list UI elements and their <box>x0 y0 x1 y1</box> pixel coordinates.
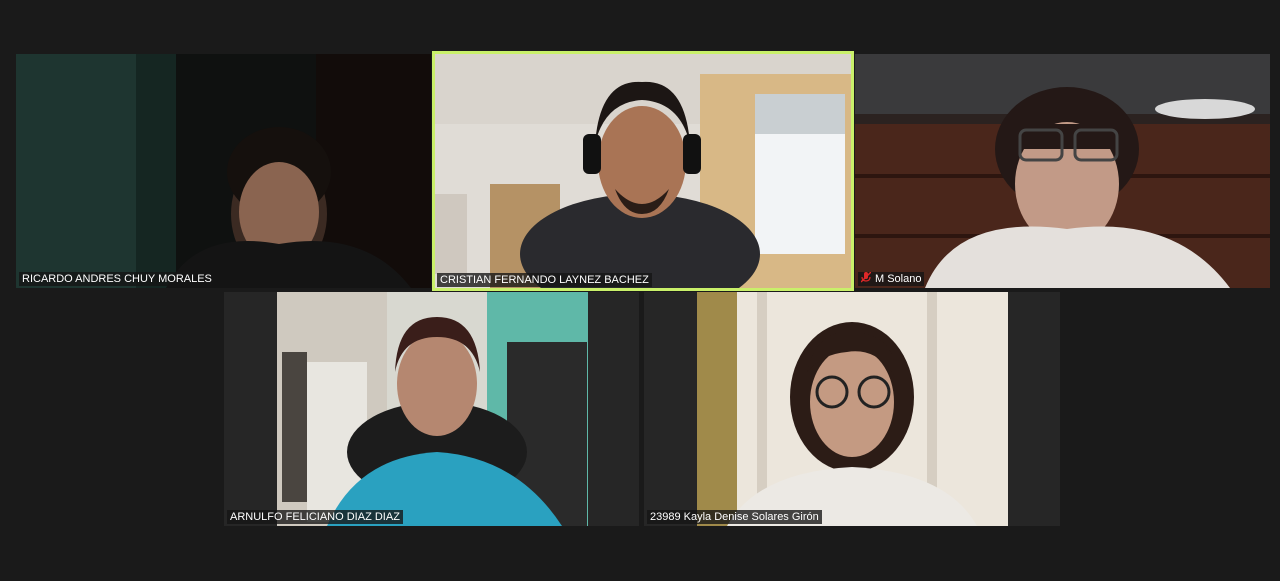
participant-name-label: CRISTIAN FERNANDO LAYNEZ BACHEZ <box>437 273 652 287</box>
participant-video <box>855 54 1270 288</box>
participant-tile-m-solano[interactable]: M Solano <box>855 54 1270 288</box>
participant-video <box>697 292 1008 526</box>
participant-name-label: ARNULFO FELICIANO DIAZ DIAZ <box>227 510 403 524</box>
participant-name-label: M Solano <box>858 272 925 286</box>
participant-video <box>435 54 851 288</box>
participant-name-label: RICARDO ANDRES CHUY MORALES <box>19 272 215 286</box>
mic-muted-icon <box>861 272 871 283</box>
participant-tile-kayla[interactable]: 23989 Kayla Denise Solares Girón <box>644 292 1060 526</box>
participant-video <box>16 54 431 288</box>
participant-name-label: 23989 Kayla Denise Solares Girón <box>647 510 822 524</box>
participant-name-text: M Solano <box>875 273 922 285</box>
participant-tile-arnulfo[interactable]: ARNULFO FELICIANO DIAZ DIAZ <box>224 292 639 526</box>
participant-tile-ricardo[interactable]: RICARDO ANDRES CHUY MORALES <box>16 54 431 288</box>
participant-tile-cristian[interactable]: CRISTIAN FERNANDO LAYNEZ BACHEZ <box>432 51 854 291</box>
participant-video <box>277 292 588 526</box>
